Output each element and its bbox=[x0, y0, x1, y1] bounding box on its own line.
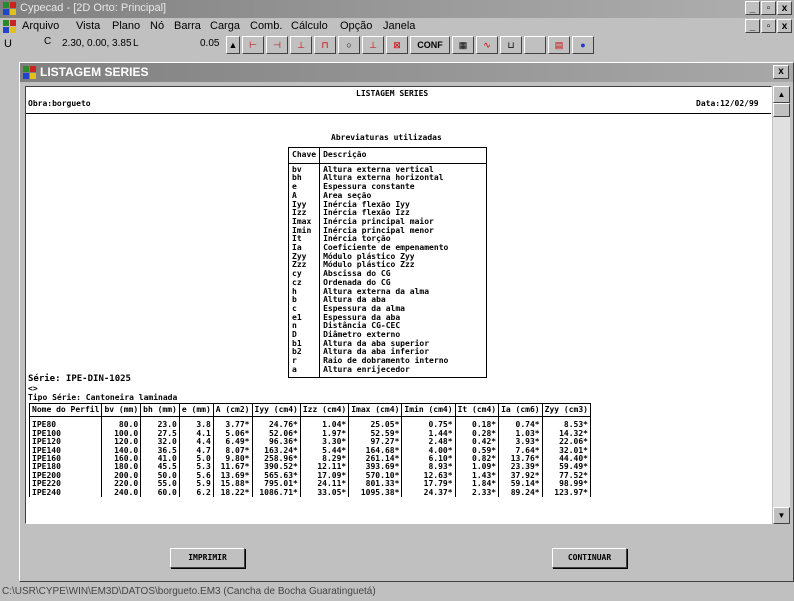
menu-barra[interactable]: Barra bbox=[174, 20, 201, 32]
menu-vista[interactable]: Vista bbox=[76, 20, 100, 32]
value-cell: 2.33* bbox=[454, 488, 500, 498]
conf-button[interactable]: CONF bbox=[410, 36, 450, 54]
status-bar: C:\USR\CYPE\WIN\EM3D\DATOS\borgueto.EM3 … bbox=[0, 585, 794, 601]
column-header: Imax (cm4) bbox=[348, 402, 403, 418]
palette-tool-icon[interactable]: ▤ bbox=[548, 36, 570, 54]
coordinates-readout: 2.30, 0.00, 3.85 bbox=[62, 38, 132, 49]
value-cell: 89.24* bbox=[498, 488, 543, 498]
menu-comb[interactable]: Comb. bbox=[250, 20, 282, 32]
frame-tool-icon[interactable]: ⊔ bbox=[500, 36, 522, 54]
child-restore-button[interactable]: ▫ bbox=[761, 19, 776, 33]
listagem-series-dialog: LISTAGEM SERIES x LISTAGEM SERIES Obra:b… bbox=[19, 62, 794, 582]
abbr-key-header: Chave bbox=[287, 147, 321, 164]
continuar-button[interactable]: CONTINUAR bbox=[552, 548, 627, 568]
minimize-button[interactable]: _ bbox=[745, 1, 760, 15]
column-header: Ia (cm6) bbox=[498, 402, 543, 418]
value-cell: 33.05* bbox=[299, 488, 350, 498]
info-icon[interactable]: ● bbox=[572, 36, 594, 54]
value-cell: 1095.38* bbox=[348, 488, 403, 498]
close-button[interactable]: x bbox=[777, 1, 792, 15]
scroll-up-icon[interactable]: ▲ bbox=[773, 86, 790, 103]
dialog-title-bar: LISTAGEM SERIES x bbox=[20, 63, 793, 82]
serie-label: Série: IPE-DIN-1025 bbox=[28, 374, 131, 384]
abbr-title: Abreviaturas utilizadas bbox=[331, 133, 442, 142]
abbr-desc-header: Descrição bbox=[319, 147, 488, 164]
child-minimize-button[interactable]: _ bbox=[745, 19, 760, 33]
dialog-title: LISTAGEM SERIES bbox=[40, 65, 149, 79]
obra-label: Obra:borgueto bbox=[28, 99, 91, 108]
abbr-descs: Altura externa vertical Altura externa h… bbox=[319, 162, 488, 378]
blank-tool-icon[interactable] bbox=[524, 36, 546, 54]
value-cell: 1086.71* bbox=[251, 488, 301, 498]
scroll-down-icon[interactable]: ▼ bbox=[773, 507, 790, 524]
abbreviations-table: Chave Descrição bv bh e A Iyy Izz Imax I… bbox=[287, 147, 488, 378]
report-viewer[interactable]: LISTAGEM SERIES Obra:borgueto Data:12/02… bbox=[25, 86, 772, 524]
cypecad-app-icon bbox=[3, 2, 16, 15]
column-header: Zyy (cm3) bbox=[541, 402, 591, 418]
toolbar-l-label: L bbox=[133, 38, 139, 49]
column-header: It (cm4) bbox=[454, 402, 500, 418]
menu-no[interactable]: Nó bbox=[150, 20, 164, 32]
app-title-bar: Cypecad - [2D Orto: Principal] _ ▫ x bbox=[0, 0, 794, 18]
graph-tool-icon[interactable]: ∿ bbox=[476, 36, 498, 54]
node-tool-icon[interactable]: ⊢ bbox=[242, 36, 264, 54]
value-cell: 24.37* bbox=[401, 488, 456, 498]
bar-tool-icon[interactable]: ⊣ bbox=[266, 36, 288, 54]
profile-name-cell: IPE240 bbox=[28, 488, 103, 498]
menu-plano[interactable]: Plano bbox=[112, 20, 140, 32]
value-cell: 18.22* bbox=[212, 488, 253, 498]
dialog-close-button[interactable]: x bbox=[773, 65, 789, 79]
column-header: Imin (cm4) bbox=[401, 402, 456, 418]
menu-carga[interactable]: Carga bbox=[210, 20, 240, 32]
status-path: C:\USR\CYPE\WIN\EM3D\DATOS\borgueto.EM3 … bbox=[2, 586, 376, 597]
column-header: e (mm) bbox=[178, 402, 214, 418]
date-label: Data:12/02/99 bbox=[696, 99, 759, 108]
value-cell: 6.2 bbox=[178, 488, 214, 498]
restore-button[interactable]: ▫ bbox=[761, 1, 776, 15]
column-header: Iyy (cm4) bbox=[251, 402, 301, 418]
column-header: bv (mm) bbox=[101, 402, 142, 418]
scroll-thumb[interactable] bbox=[773, 103, 790, 117]
section-tool-icon[interactable]: ⊠ bbox=[386, 36, 408, 54]
support-tool-icon[interactable]: ⊥ bbox=[290, 36, 312, 54]
dialog-icon bbox=[23, 66, 36, 79]
window-title: Cypecad - [2D Orto: Principal] bbox=[20, 2, 167, 14]
column-header: Nome do Perfil bbox=[28, 402, 103, 418]
value-cell: 240.0 bbox=[101, 488, 142, 498]
view-tool-icon[interactable]: ▦ bbox=[452, 36, 474, 54]
circle-tool-icon[interactable]: ○ bbox=[338, 36, 360, 54]
column-header: bh (mm) bbox=[140, 402, 180, 418]
imprimir-button[interactable]: IMPRIMIR bbox=[170, 548, 245, 568]
table-row: IPE240 240.0 60.0 6.2 18.22* 1086.71* 33.05* 10… bbox=[28, 488, 591, 498]
column-header: A (cm2) bbox=[212, 402, 253, 418]
spin-icon[interactable]: ▲ bbox=[226, 36, 240, 54]
profiles-table: Nome do Perfil bv (mm) bh (mm) e (mm) A (cm2… bbox=[28, 402, 591, 498]
toolbar-left-label: U bbox=[4, 38, 12, 50]
header-rule bbox=[26, 113, 771, 114]
step-value[interactable]: 0.05 bbox=[200, 38, 219, 49]
brackets-label: <> bbox=[28, 384, 38, 393]
dimension-tool-icon[interactable]: ⊥ bbox=[362, 36, 384, 54]
menu-janela[interactable]: Janela bbox=[383, 20, 415, 32]
report-heading: LISTAGEM SERIES bbox=[356, 89, 429, 98]
load-tool-icon[interactable]: ⊓ bbox=[314, 36, 336, 54]
menu-bar: Arquivo Vista Plano Nó Barra Carga Comb.… bbox=[0, 18, 794, 35]
tipo-serie-label: Tipo Série: Cantoneira laminada bbox=[28, 393, 178, 402]
abbr-keys: bv bh e A Iyy Izz Imax Imin It Ia Zyy Zz… bbox=[287, 162, 321, 378]
menu-calculo[interactable]: Cálculo bbox=[291, 20, 328, 32]
column-header: Izz (cm4) bbox=[299, 402, 350, 418]
value-cell: 123.97* bbox=[541, 488, 591, 498]
value-cell: 60.0 bbox=[140, 488, 180, 498]
toolbar-c-label: C bbox=[44, 36, 52, 47]
menu-opcao[interactable]: Opção bbox=[340, 20, 372, 32]
vertical-scrollbar[interactable]: ▲ ▼ bbox=[773, 86, 790, 524]
child-close-button[interactable]: x bbox=[777, 19, 792, 33]
menu-arquivo[interactable]: Arquivo bbox=[22, 20, 59, 32]
